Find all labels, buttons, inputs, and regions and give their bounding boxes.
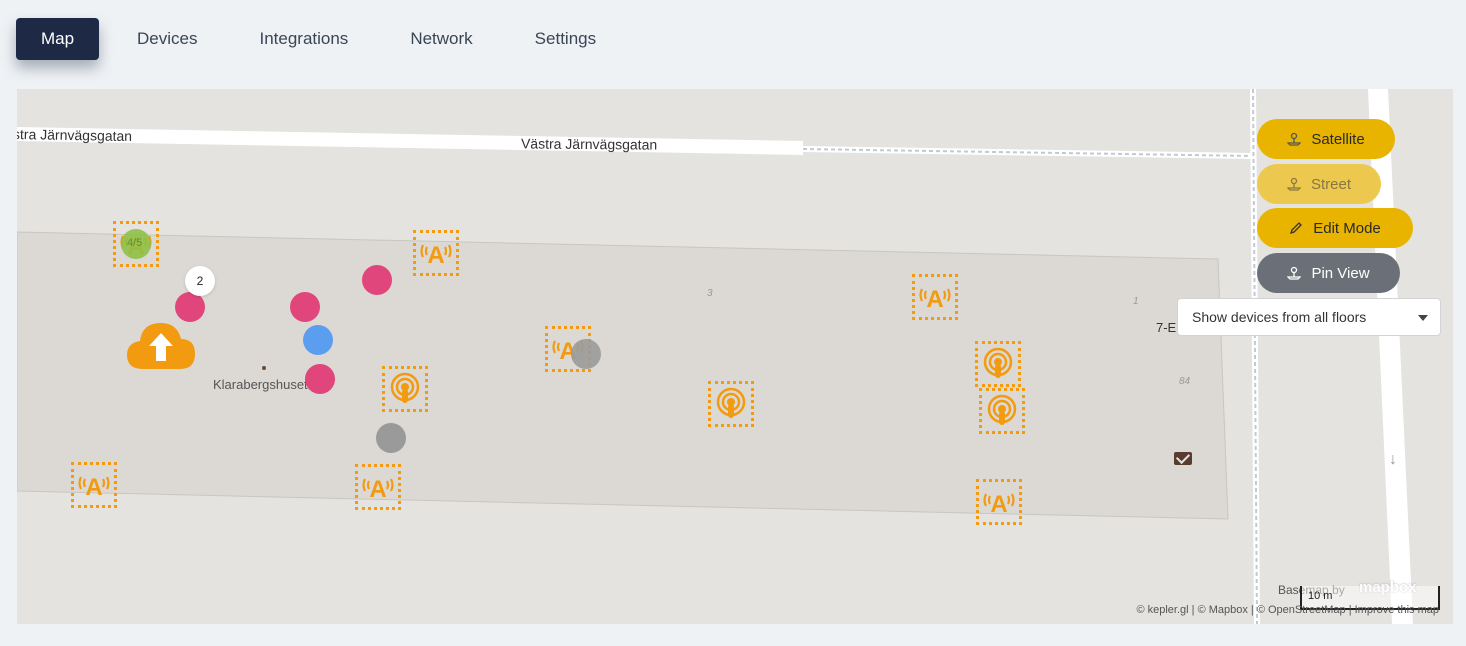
antenna-marker[interactable]: A	[912, 274, 958, 320]
antenna-marker[interactable]: A	[976, 479, 1022, 525]
device-dot-pink[interactable]	[362, 265, 392, 295]
antenna-marker[interactable]: A	[71, 462, 117, 508]
svg-text:A: A	[427, 242, 444, 269]
device-dot-gray[interactable]	[571, 339, 601, 369]
device-dot-pink[interactable]	[290, 292, 320, 322]
beacon-marker[interactable]	[708, 381, 754, 427]
envelope-icon	[1174, 452, 1192, 465]
map-layer-icon	[1287, 132, 1302, 146]
pin-view-label: Pin View	[1311, 264, 1370, 282]
antenna-a-icon: A	[362, 476, 394, 503]
antenna-marker[interactable]: A	[355, 464, 401, 510]
svg-text:A: A	[85, 474, 102, 501]
poi-label-7e: 7-E	[1156, 320, 1177, 335]
map-basemap	[17, 89, 1413, 624]
building-number-84: 84	[1179, 376, 1191, 387]
svg-text:A: A	[990, 491, 1007, 518]
street-label: Street	[1310, 175, 1352, 193]
beacon-marker[interactable]	[382, 366, 428, 412]
satellite-button[interactable]: Satellite	[1257, 119, 1395, 159]
map-pin-icon	[1287, 266, 1302, 280]
arrow-down-icon: ↓	[1389, 451, 1397, 468]
antenna-marker[interactable]: A	[413, 230, 459, 276]
poi-label-klarabergshuset: Klarabergshuset	[213, 377, 308, 392]
pin-view-button[interactable]: Pin View	[1257, 253, 1400, 293]
top-nav: Map Devices Integrations Network Setting…	[16, 18, 596, 60]
antenna-a-icon: A	[420, 242, 452, 269]
antenna-a-icon: A	[983, 491, 1015, 518]
building-number-1: 1	[1133, 296, 1139, 307]
device-dot-blue[interactable]	[303, 325, 333, 355]
tab-integrations[interactable]: Integrations	[259, 18, 348, 60]
tab-devices[interactable]: Devices	[137, 18, 197, 60]
map-layer-icon	[1286, 177, 1301, 191]
device-dot-pink[interactable]	[175, 292, 205, 322]
device-ratio-label: 4/5	[127, 237, 143, 249]
pencil-icon	[1290, 222, 1303, 235]
broadcast-pin-icon	[716, 387, 746, 418]
chevron-down-icon	[1418, 315, 1428, 321]
street-button[interactable]: Street	[1257, 164, 1381, 204]
beacon-marker[interactable]	[975, 341, 1021, 387]
antenna-a-icon: A	[919, 286, 951, 313]
antenna-a-icon: A	[78, 474, 110, 501]
device-dot-pink[interactable]	[305, 364, 335, 394]
edit-mode-button[interactable]: Edit Mode	[1257, 208, 1413, 248]
map-attribution[interactable]: © kepler.gl | © Mapbox | © OpenStreetMap…	[1136, 604, 1439, 616]
svg-text:A: A	[369, 476, 386, 503]
beacon-marker[interactable]	[979, 388, 1025, 434]
street-label-west: stra Järnvägsgatan	[17, 125, 133, 145]
satellite-label: Satellite	[1311, 130, 1365, 148]
tab-map[interactable]: Map	[16, 18, 99, 60]
tab-network[interactable]: Network	[410, 18, 472, 60]
floor-filter-value: Show devices from all floors	[1192, 309, 1367, 325]
building-number-3: 3	[707, 288, 713, 299]
device-dot-gray[interactable]	[376, 423, 406, 453]
street-label-main: Västra Järnvägsgatan	[520, 135, 658, 153]
floor-filter-select[interactable]: Show devices from all floors	[1177, 298, 1441, 336]
broadcast-pin-icon	[390, 372, 420, 403]
edit-mode-label: Edit Mode	[1313, 219, 1381, 237]
poi-dot	[262, 366, 266, 370]
broadcast-pin-icon	[983, 347, 1013, 378]
svg-text:A: A	[926, 286, 943, 313]
tab-settings[interactable]: Settings	[535, 18, 596, 60]
cluster-count-badge[interactable]: 2	[185, 266, 215, 296]
app-root: Map Devices Integrations Network Setting…	[0, 0, 1466, 646]
street-vastra-jarnvagsgatan	[17, 127, 803, 155]
broadcast-pin-icon	[987, 394, 1017, 425]
map-canvas[interactable]: stra Järnvägsgatan Västra Järnvägsgatan …	[17, 89, 1453, 624]
cloud-upload-icon[interactable]	[125, 319, 197, 376]
